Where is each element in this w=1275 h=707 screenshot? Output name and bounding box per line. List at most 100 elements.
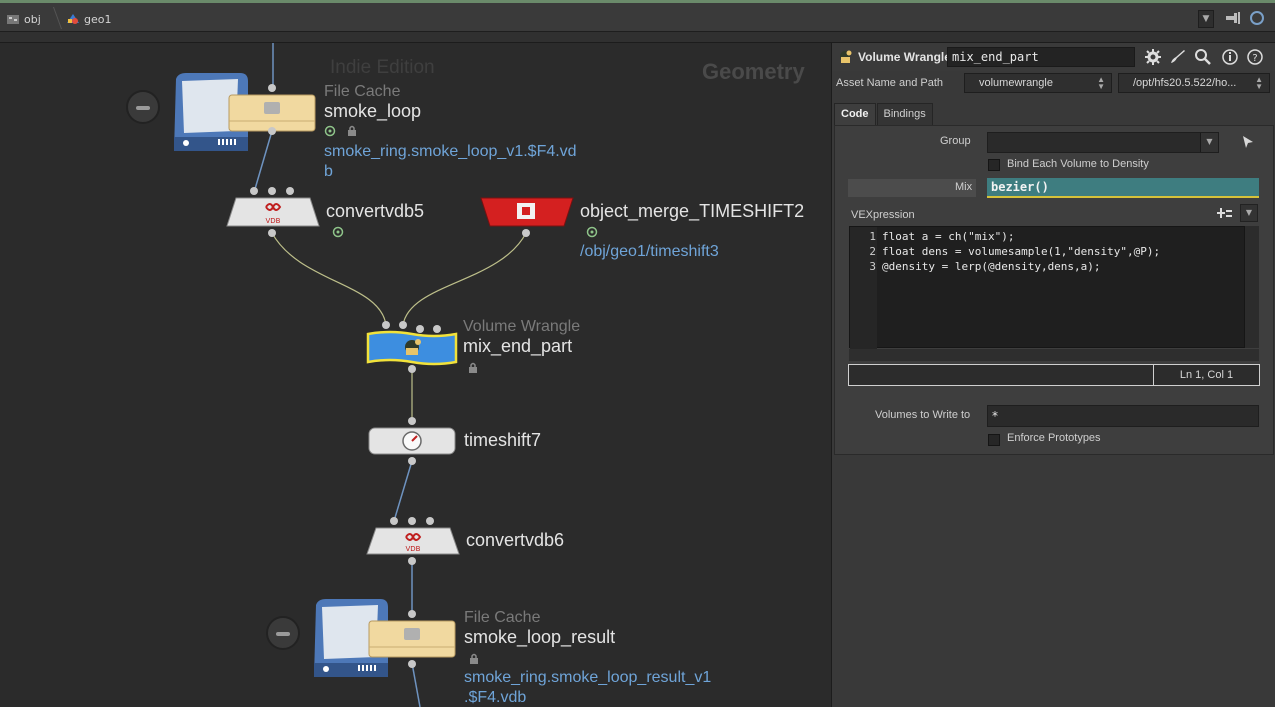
node-input-dot[interactable] xyxy=(416,325,424,333)
node-cache-path: smoke_ring.smoke_loop_result_v1 xyxy=(464,669,712,686)
asset-name-combo[interactable]: volumewrangle ▲ ▼ xyxy=(964,73,1112,93)
node-input-dot[interactable] xyxy=(390,517,398,525)
code-horizontal-scrollbar[interactable] xyxy=(849,349,1259,361)
node-input-dot[interactable] xyxy=(268,84,276,92)
lock-icon xyxy=(470,653,478,664)
editor-status-bar: Ln 1, Col 1 xyxy=(848,364,1260,386)
asset-path-combo[interactable]: /opt/hfs20.5.522/ho... ▲ ▼ xyxy=(1118,73,1270,93)
node-output-dot[interactable] xyxy=(268,127,276,135)
line-number: 2 xyxy=(869,245,876,258)
breadcrumb-obj-label: obj xyxy=(24,12,41,26)
parameter-tabs: Code Bindings xyxy=(834,103,934,125)
help-icon[interactable]: ? xyxy=(1246,48,1264,66)
select-arrow-icon[interactable] xyxy=(1242,135,1254,149)
node-volume-wrangle[interactable] xyxy=(366,330,458,366)
volumes-to-write-field[interactable]: * xyxy=(987,405,1259,427)
svg-text:VDB: VDB xyxy=(266,217,281,225)
node-input-dot[interactable] xyxy=(426,517,434,525)
code-vertical-scrollbar[interactable] xyxy=(1245,226,1259,348)
node-input-dot[interactable] xyxy=(268,187,276,195)
node-label-smoke-loop: File Cache smoke_loop smoke_ring.smoke_l… xyxy=(324,83,577,182)
tab-bindings[interactable]: Bindings xyxy=(876,103,933,125)
node-convertvdb5[interactable]: VDB xyxy=(226,197,320,227)
node-file-cache-smoke-loop-result[interactable] xyxy=(368,620,456,658)
snippet-dropdown-button[interactable]: ▼ xyxy=(1240,204,1258,222)
path-dropdown-button[interactable]: ▼ xyxy=(1198,10,1214,28)
node-convertvdb6[interactable]: VDB xyxy=(366,527,460,555)
code-line: float a = ch("mix"); xyxy=(882,230,1015,243)
code-line: @density = lerp(@density,dens,a); xyxy=(882,260,1101,273)
node-object-merge[interactable] xyxy=(480,197,574,227)
node-output-dot[interactable] xyxy=(522,229,530,237)
node-input-dot[interactable] xyxy=(382,321,390,329)
node-name-label: convertvdb6 xyxy=(466,530,565,550)
enforce-prototypes-label: Enforce Prototypes xyxy=(1007,432,1101,444)
node-output-dot[interactable] xyxy=(408,557,416,565)
display-flag-icon xyxy=(324,125,336,137)
node-label-timeshift7: timeshift7 xyxy=(464,430,541,451)
node-object-path: /obj/geo1/timeshift3 xyxy=(580,243,719,260)
node-label-convertvdb6: convertvdb6 xyxy=(466,530,564,551)
asset-name-label: Asset Name and Path xyxy=(836,77,944,89)
node-type-title: Volume Wrangle xyxy=(858,50,951,64)
node-label-mix-end-part: Volume Wrangle mix_end_part xyxy=(463,318,580,375)
breadcrumb-separator xyxy=(45,7,63,29)
node-output-dot[interactable] xyxy=(408,457,416,465)
node-input-dot[interactable] xyxy=(408,417,416,425)
node-input-dot[interactable] xyxy=(399,321,407,329)
node-output-dot[interactable] xyxy=(408,365,416,373)
node-name-label: object_merge_TIMESHIFT2 xyxy=(580,201,805,221)
node-input-dot[interactable] xyxy=(433,325,441,333)
updown-arrows-icon: ▲ ▼ xyxy=(1097,75,1105,91)
node-timeshift7[interactable] xyxy=(368,427,456,455)
group-field[interactable]: ▼ xyxy=(987,132,1219,153)
add-snippet-icon[interactable] xyxy=(1217,206,1233,220)
node-label-object-merge: object_merge_TIMESHIFT2 /obj/geo1/timesh… xyxy=(580,201,804,262)
bind-density-checkbox[interactable] xyxy=(988,159,1000,171)
group-dropdown-button[interactable]: ▼ xyxy=(1200,133,1218,152)
vexpression-label: VEXpression xyxy=(851,209,915,221)
node-output-dot[interactable] xyxy=(408,660,416,668)
bypass-toggle-1[interactable] xyxy=(126,90,160,124)
node-input-dot[interactable] xyxy=(250,187,258,195)
breadcrumb-obj[interactable]: obj xyxy=(6,11,41,27)
wire-timeshift-to-convertvdb6 xyxy=(393,460,413,522)
display-flag-icon xyxy=(332,226,344,238)
breadcrumb-geo1[interactable]: geo1 xyxy=(66,11,111,27)
display-flag-icon xyxy=(586,226,598,238)
search-icon[interactable] xyxy=(1194,48,1212,66)
node-name-input[interactable] xyxy=(947,47,1135,67)
network-icon xyxy=(7,15,19,24)
mix-expression-field[interactable]: bezier() xyxy=(987,178,1259,198)
mix-label: Mix xyxy=(955,181,973,193)
brush-icon[interactable] xyxy=(1169,48,1187,66)
line-number-gutter: 1 2 3 xyxy=(850,227,877,349)
enforce-prototypes-checkbox[interactable] xyxy=(988,434,1000,446)
node-name-label: mix_end_part xyxy=(463,336,573,356)
gear-icon[interactable] xyxy=(1144,48,1162,66)
node-input-dot[interactable] xyxy=(286,187,294,195)
asset-path-value: /opt/hfs20.5.522/ho... xyxy=(1133,77,1237,89)
node-flags xyxy=(324,122,577,140)
bypass-toggle-2[interactable] xyxy=(266,616,300,650)
node-name-label: timeshift7 xyxy=(464,430,542,450)
pin-icon[interactable] xyxy=(1225,11,1241,25)
node-input-dot[interactable] xyxy=(408,610,416,618)
path-bar: obj geo1 ▼ xyxy=(0,0,1275,32)
network-editor[interactable]: Indie Edition Geometry File Cache smoke_… xyxy=(0,43,830,707)
link-icon[interactable] xyxy=(1250,11,1264,25)
tab-code[interactable]: Code xyxy=(834,103,876,125)
wire-cache-to-convertvdb5 xyxy=(254,130,273,190)
line-number: 1 xyxy=(869,230,876,243)
info-icon[interactable] xyxy=(1221,48,1239,66)
updown-arrows-icon: ▲ ▼ xyxy=(1255,75,1263,91)
cursor-position: Ln 1, Col 1 xyxy=(1153,365,1259,385)
vex-code-editor[interactable]: 1 2 3 float a = ch("mix"); float dens = … xyxy=(849,226,1245,349)
wire-merge-to-wrangle xyxy=(402,232,527,326)
geometry-icon xyxy=(67,14,79,24)
node-input-dot[interactable] xyxy=(408,517,416,525)
group-label: Group xyxy=(940,135,971,147)
asset-name-value: volumewrangle xyxy=(979,77,1053,89)
node-output-dot[interactable] xyxy=(268,229,276,237)
node-name-label: convertvdb5 xyxy=(326,201,425,221)
